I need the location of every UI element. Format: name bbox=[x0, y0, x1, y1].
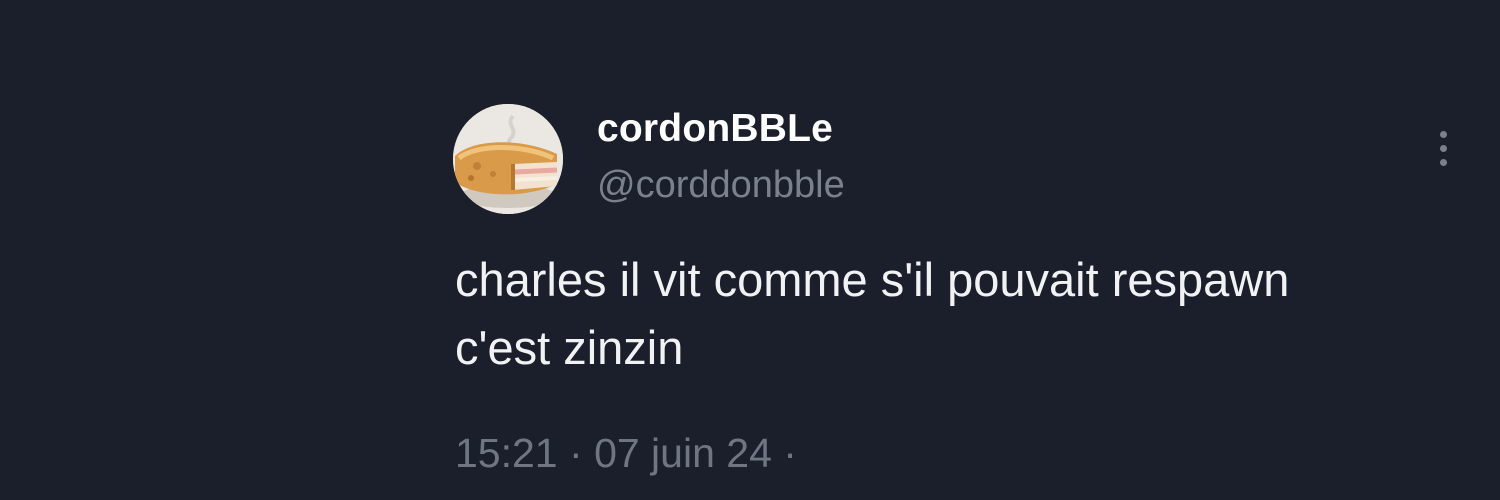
tweet-date[interactable]: 07 juin 24 bbox=[594, 430, 772, 476]
cordon-bleu-avatar-image bbox=[453, 104, 563, 214]
more-dot bbox=[1439, 144, 1447, 152]
tweet-card: cordonBBLe @corddonbble charles il vit c… bbox=[0, 0, 1500, 500]
tweet-meta: 15:21 · 07 juin 24 · bbox=[455, 425, 797, 481]
meta-separator: · bbox=[569, 430, 595, 476]
tweet-time[interactable]: 15:21 bbox=[455, 430, 558, 476]
avatar[interactable] bbox=[453, 104, 563, 214]
more-vertical-icon[interactable] bbox=[1428, 126, 1458, 170]
more-dot bbox=[1439, 158, 1447, 166]
author-handle[interactable]: @corddonbble bbox=[597, 160, 845, 210]
author-display-name[interactable]: cordonBBLe bbox=[597, 104, 833, 154]
more-dot bbox=[1439, 130, 1447, 138]
tweet-text: charles il vit comme s'il pouvait respaw… bbox=[455, 253, 1290, 374]
meta-separator: · bbox=[783, 430, 797, 476]
